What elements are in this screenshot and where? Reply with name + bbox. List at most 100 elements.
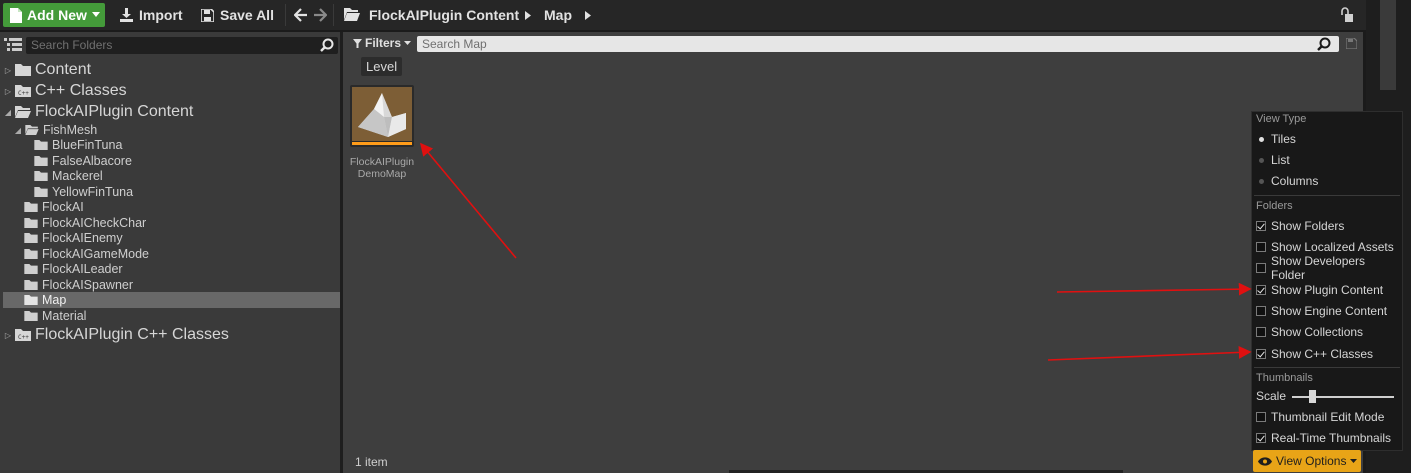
checkbox bbox=[1256, 349, 1266, 359]
tree-item-label: FlockAISpawner bbox=[42, 278, 134, 292]
folder-icon bbox=[24, 264, 38, 274]
collapse-arrow-icon[interactable]: ◢ bbox=[14, 126, 22, 135]
option-show-cpp-classes[interactable]: Show C++ Classes bbox=[1256, 346, 1373, 362]
breadcrumb-arrow-icon[interactable] bbox=[585, 11, 591, 20]
add-new-button[interactable]: Add New bbox=[3, 3, 105, 27]
thumbnails-header: Thumbnails bbox=[1256, 372, 1313, 384]
expand-arrow-icon[interactable]: ▷ bbox=[4, 331, 12, 340]
expand-arrow-icon[interactable]: ▷ bbox=[4, 87, 12, 96]
view-type-list[interactable]: List bbox=[1256, 152, 1290, 168]
checkbox bbox=[1256, 306, 1266, 316]
filters-button[interactable]: Filters bbox=[353, 36, 412, 50]
eye-icon bbox=[1258, 456, 1272, 466]
tree-item-yellowfintuna[interactable]: YellowFinTuna bbox=[34, 184, 133, 200]
tree-item-cpp-classes[interactable]: ▷ C++ C++ Classes bbox=[4, 81, 127, 101]
asset-name-line: FlockAIPlugin bbox=[349, 156, 415, 168]
tree-item-label: FalseAlbacore bbox=[52, 154, 132, 168]
view-options-label: View Options bbox=[1276, 454, 1347, 468]
code-folder-icon: C++ bbox=[15, 329, 31, 341]
asset-tile[interactable] bbox=[350, 85, 414, 147]
tree-item-flockai[interactable]: FlockAI bbox=[24, 199, 84, 215]
back-arrow-icon[interactable] bbox=[294, 8, 308, 22]
tree-item-flockaienemy[interactable]: FlockAIEnemy bbox=[24, 230, 123, 246]
chevron-down-icon bbox=[91, 12, 100, 17]
toggle-sources-icon[interactable] bbox=[4, 38, 22, 52]
radio-icon bbox=[1256, 134, 1266, 144]
search-icon[interactable] bbox=[320, 38, 334, 52]
tree-item-flockaigamemode[interactable]: FlockAIGameMode bbox=[24, 246, 149, 262]
folder-icon bbox=[34, 140, 48, 150]
scale-label: Scale bbox=[1256, 388, 1286, 404]
folder-icon bbox=[24, 295, 38, 305]
option-thumbnail-edit-mode[interactable]: Thumbnail Edit Mode bbox=[1256, 409, 1384, 425]
view-options-menu: View Type Tiles List Columns Folders Sho… bbox=[1251, 111, 1403, 451]
view-type-tiles[interactable]: Tiles bbox=[1256, 131, 1296, 147]
lock-icon[interactable] bbox=[1340, 7, 1354, 23]
menu-separator bbox=[1254, 195, 1400, 196]
breadcrumb-item[interactable]: Map bbox=[544, 4, 572, 26]
add-new-label: Add New bbox=[27, 7, 87, 23]
folder-icon bbox=[24, 311, 38, 321]
folder-icon bbox=[24, 280, 38, 290]
tree-item-label: FlockAI bbox=[42, 200, 84, 214]
tree-item-flockaicheckchar[interactable]: FlockAICheckChar bbox=[24, 215, 146, 231]
folder-search-row: Search Folders bbox=[0, 32, 340, 58]
tree-item-plugin-cpp-classes[interactable]: ▷ C++ FlockAIPlugin C++ Classes bbox=[4, 325, 229, 345]
tree-item-map[interactable]: Map bbox=[3, 292, 340, 308]
option-show-collections[interactable]: Show Collections bbox=[1256, 324, 1363, 340]
menu-item-label: Thumbnail Edit Mode bbox=[1271, 410, 1385, 424]
tree-item-mackerel[interactable]: Mackerel bbox=[34, 168, 103, 184]
scrollbar-thumb[interactable] bbox=[1380, 0, 1396, 90]
import-button[interactable]: Import bbox=[120, 4, 183, 26]
tree-item-flockaileader[interactable]: FlockAILeader bbox=[24, 261, 123, 277]
import-label: Import bbox=[139, 7, 183, 23]
view-type-header: View Type bbox=[1256, 113, 1307, 125]
filter-chip-level[interactable]: Level bbox=[361, 57, 403, 76]
scale-slider[interactable] bbox=[1292, 396, 1394, 398]
breadcrumb-arrow-icon[interactable] bbox=[525, 11, 531, 20]
folder-open-icon bbox=[15, 106, 31, 118]
import-icon bbox=[120, 8, 133, 22]
save-icon bbox=[201, 8, 214, 22]
tree-item-flockaispawner[interactable]: FlockAISpawner bbox=[24, 277, 133, 293]
level-thumbnail bbox=[352, 87, 412, 141]
new-file-icon bbox=[10, 7, 22, 23]
checkbox bbox=[1256, 327, 1266, 337]
breadcrumb-item[interactable]: FlockAIPlugin Content bbox=[369, 4, 519, 26]
save-all-button[interactable]: Save All bbox=[201, 4, 274, 26]
option-show-engine-content[interactable]: Show Engine Content bbox=[1256, 303, 1387, 319]
tree-item-fishmesh[interactable]: ◢ FishMesh bbox=[14, 122, 97, 138]
tree-item-plugin-content[interactable]: ◢ FlockAIPlugin Content bbox=[4, 102, 193, 122]
radio-icon bbox=[1256, 155, 1266, 165]
level-map-icon bbox=[352, 87, 412, 141]
search-icon[interactable] bbox=[1317, 37, 1331, 51]
menu-item-label: Show Engine Content bbox=[1271, 304, 1388, 318]
option-show-folders[interactable]: Show Folders bbox=[1256, 218, 1344, 234]
asset-search-input[interactable]: Search Map bbox=[417, 36, 1339, 52]
toolbar-divider bbox=[333, 4, 334, 26]
tree-item-label: FlockAIPlugin C++ Classes bbox=[35, 326, 229, 343]
checkbox bbox=[1256, 285, 1266, 295]
option-show-developers-folder[interactable]: Show Developers Folder bbox=[1256, 254, 1402, 282]
scale-slider-thumb[interactable] bbox=[1308, 390, 1316, 403]
tree-item-label: FlockAIPlugin Content bbox=[35, 103, 194, 120]
option-show-localized-assets[interactable]: Show Localized Assets bbox=[1256, 239, 1394, 255]
asset-view-panel: Filters Search Map Level FlockAIPlugin D… bbox=[343, 32, 1363, 473]
tree-item-falsealbacore[interactable]: FalseAlbacore bbox=[34, 153, 132, 169]
tree-item-material[interactable]: Material bbox=[24, 308, 86, 324]
option-real-time-thumbnails[interactable]: Real-Time Thumbnails bbox=[1256, 430, 1391, 446]
option-show-plugin-content[interactable]: Show Plugin Content bbox=[1256, 282, 1383, 298]
menu-item-label: Show C++ Classes bbox=[1271, 347, 1374, 361]
expand-arrow-icon[interactable]: ▷ bbox=[4, 66, 12, 75]
collapse-arrow-icon[interactable]: ◢ bbox=[4, 108, 12, 117]
tree-item-content[interactable]: ▷ Content bbox=[4, 60, 91, 80]
view-options-button[interactable]: View Options bbox=[1253, 450, 1361, 472]
save-search-icon[interactable] bbox=[1346, 38, 1357, 49]
folder-search-input[interactable]: Search Folders bbox=[26, 37, 338, 54]
view-type-columns[interactable]: Columns bbox=[1256, 173, 1318, 189]
forward-arrow-icon[interactable] bbox=[313, 8, 327, 22]
tree-item-label: YellowFinTuna bbox=[52, 185, 134, 199]
folder-icon bbox=[34, 156, 48, 166]
tree-item-bluefintuna[interactable]: BlueFinTuna bbox=[34, 137, 122, 153]
checkbox bbox=[1256, 412, 1266, 422]
